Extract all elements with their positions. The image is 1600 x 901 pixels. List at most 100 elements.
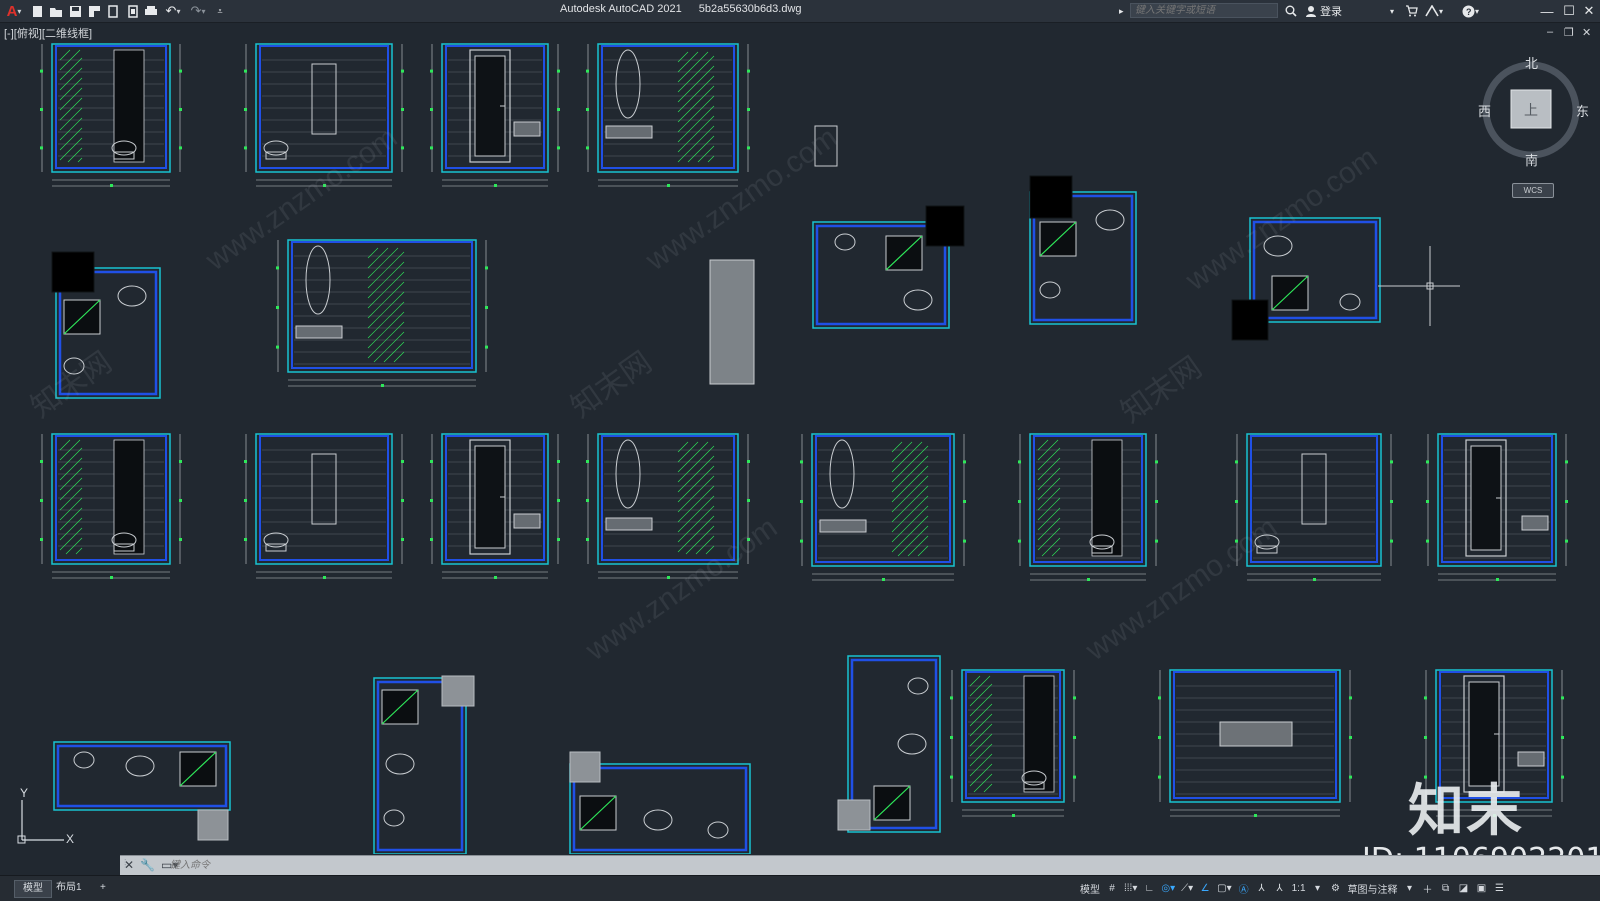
ortho-icon[interactable]: ∟ <box>1143 883 1155 894</box>
plus-icon[interactable]: ＋ <box>1422 881 1434 896</box>
toilet-symbol <box>1263 235 1293 257</box>
isodraft-icon[interactable]: ⟋▾ <box>1181 883 1193 894</box>
sink-symbol <box>383 809 405 827</box>
maximize-icon[interactable]: ☐ <box>1560 2 1578 20</box>
cad-drawing[interactable] <box>0 42 1600 854</box>
dimension-marker <box>1349 736 1352 739</box>
drawing-canvas[interactable] <box>0 42 1600 854</box>
dimension-marker <box>747 69 750 73</box>
glass-hatch <box>969 763 993 787</box>
hardware-acceleration-icon[interactable]: ◪ <box>1458 883 1470 894</box>
customization-icon[interactable]: ☰ <box>1494 883 1506 894</box>
undo-icon[interactable]: ↶ ▾ <box>162 3 184 19</box>
dimension-marker <box>1426 500 1429 503</box>
workspace-switch[interactable]: 草图与注释 <box>1348 881 1398 896</box>
command-input[interactable] <box>170 858 1470 873</box>
tab-model[interactable]: 模型 <box>14 880 52 898</box>
customize-cmdline-icon[interactable]: 🔧 <box>140 858 155 872</box>
isolate-objects-icon[interactable]: ⧉ <box>1440 883 1452 894</box>
plot-icon[interactable] <box>105 3 121 19</box>
login-dropdown-icon[interactable]: ▾ <box>1390 0 1394 22</box>
dimension-marker <box>586 146 589 150</box>
login-link[interactable]: 登录 <box>1320 0 1342 22</box>
column-block <box>569 751 601 783</box>
new-file-icon[interactable] <box>29 3 45 19</box>
dimension-marker <box>1313 578 1316 581</box>
wcs-menu[interactable]: WCS <box>1512 183 1554 198</box>
cmdline-grip-icon[interactable]: ⦙ <box>124 857 127 872</box>
glass-hatch <box>677 445 715 483</box>
viewcube-top-face[interactable]: 上 <box>1524 100 1538 120</box>
doc-minimize-icon[interactable]: – <box>1547 26 1553 38</box>
viewcube-east-label[interactable]: 东 <box>1576 101 1589 120</box>
glass-hatch <box>59 487 83 511</box>
user-icon[interactable] <box>1305 0 1317 22</box>
decor-panel <box>1219 721 1293 747</box>
save-icon[interactable] <box>67 3 83 19</box>
close-icon[interactable]: ✕ <box>1580 2 1598 20</box>
search-input[interactable] <box>1130 3 1278 18</box>
dimension-marker <box>1424 736 1427 739</box>
annotation-scale-icon[interactable]: ⅄ <box>1274 883 1286 894</box>
viewport-controls-label[interactable]: [-][俯视][二维线框] <box>4 25 92 41</box>
doc-close-icon[interactable]: ✕ <box>1582 26 1591 39</box>
object-snap-tracking-icon[interactable]: ∠ <box>1199 883 1211 894</box>
redo-icon[interactable]: ↷ ▾ <box>187 3 209 19</box>
clean-screen-icon[interactable]: ▣ <box>1476 883 1488 894</box>
dimension-marker <box>1012 814 1015 817</box>
customize-qat-icon[interactable]: ⩡ <box>212 3 228 19</box>
scale-dropdown-icon[interactable]: ▾ <box>1312 883 1324 894</box>
viewcube[interactable]: 北 南 东 西 上 <box>1468 50 1600 200</box>
minimize-icon[interactable]: — <box>1538 2 1556 20</box>
glass-hatch <box>1037 497 1061 521</box>
viewcube-south-label[interactable]: 南 <box>1525 150 1538 169</box>
elevation-inner <box>291 241 473 369</box>
doc-restore-icon[interactable]: ❐ <box>1564 26 1574 39</box>
elevation-inner <box>601 45 735 169</box>
cart-icon[interactable] <box>1405 0 1418 22</box>
glass-hatch <box>75 547 83 555</box>
print-icon[interactable] <box>143 3 159 19</box>
glass-hatch <box>891 485 929 523</box>
viewcube-north-label[interactable]: 北 <box>1525 53 1538 72</box>
glass-hatch <box>1037 527 1061 551</box>
publish-icon[interactable] <box>124 3 140 19</box>
search-icon[interactable] <box>1285 0 1297 22</box>
auto-scale-icon[interactable]: ⅄ <box>1256 883 1268 894</box>
dimension-marker <box>747 460 750 463</box>
dimension-marker <box>557 146 560 150</box>
vanity-symbol <box>295 325 343 339</box>
model-space-toggle[interactable]: 模型 <box>1080 881 1100 896</box>
tab-layout1[interactable]: 布局1 <box>48 880 90 896</box>
dimension-marker <box>1496 578 1499 581</box>
snap-icon[interactable]: ⁞⁞⁞▾ <box>1124 883 1137 894</box>
viewcube-west-label[interactable]: 西 <box>1478 101 1491 120</box>
gear-icon[interactable]: ⚙ <box>1330 883 1342 894</box>
glass-hatch <box>891 475 929 513</box>
glass-hatch <box>59 137 83 161</box>
ucs-x-label: X <box>66 832 75 846</box>
glass-hatch <box>59 49 71 61</box>
glass-hatch <box>1041 537 1061 557</box>
grid-icon[interactable]: # <box>1106 883 1118 894</box>
save-as-icon[interactable] <box>86 3 102 19</box>
search-expand-icon[interactable]: ▸ <box>1119 0 1124 22</box>
dimension-marker <box>1073 736 1076 739</box>
annotation-scale-value[interactable]: 1:1 <box>1292 883 1306 894</box>
help-icon[interactable]: ? ▾ <box>1462 0 1479 22</box>
dimension-marker <box>586 538 589 541</box>
workspace-dropdown-icon[interactable]: ▾ <box>1404 883 1416 894</box>
glass-hatch <box>59 457 83 481</box>
dimension-marker <box>586 460 589 463</box>
glass-hatch <box>707 155 715 163</box>
vanity-symbol <box>1517 751 1545 767</box>
annotation-visibility-icon[interactable]: Ⓐ <box>1238 881 1250 896</box>
glass-hatch <box>59 439 71 451</box>
open-file-icon[interactable] <box>48 3 64 19</box>
object-snap-icon[interactable]: ▢▾ <box>1217 883 1231 894</box>
polar-tracking-icon[interactable]: ◎▾ <box>1161 883 1175 894</box>
application-menu-button[interactable]: A ▾ <box>2 3 26 20</box>
svg-text:?: ? <box>1466 7 1472 17</box>
autodesk-icon[interactable]: ▾ <box>1425 0 1443 22</box>
tab-add-layout[interactable]: + <box>92 880 114 896</box>
